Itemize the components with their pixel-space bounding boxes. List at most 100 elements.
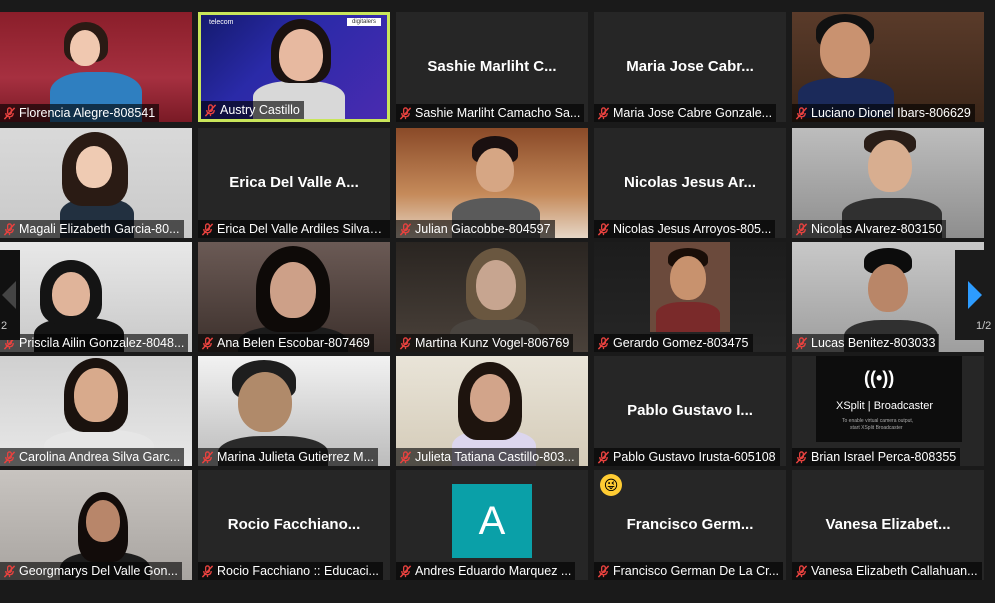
- participant-name-label: Francisco German De La Cr...: [594, 562, 784, 580]
- person-body: [656, 302, 720, 332]
- participant-tile[interactable]: Marina Julieta Gutierrez M...: [198, 356, 390, 466]
- person-face: [70, 30, 100, 66]
- participant-name-label: Andres Eduardo Marquez ...: [396, 562, 576, 580]
- participant-name-label: Nicolas Alvarez-803150: [792, 220, 947, 238]
- mic-muted-icon: [399, 222, 412, 236]
- participant-name: Julian Giacobbe-804597: [415, 222, 551, 236]
- participant-tile[interactable]: Maria Jose Cabr... Maria Jose Cabre Gonza…: [594, 12, 786, 122]
- participant-name: Julieta Tatiana Castillo-803...: [415, 450, 575, 464]
- participant-tile[interactable]: Magali Elizabeth Garcia-80...: [0, 128, 192, 238]
- winking-emoji-icon: 😜: [600, 474, 622, 496]
- mic-muted-icon: [795, 222, 808, 236]
- participant-name-label: Georgmarys Del Valle Gon...: [0, 562, 182, 580]
- participant-name: Luciano Dionel Ibars-806629: [811, 106, 971, 120]
- person-face: [76, 146, 112, 188]
- xsplit-hint: To enable virtual camera output,: [842, 418, 914, 424]
- participant-name-label: Martina Kunz Vogel-806769: [396, 334, 574, 352]
- participant-tile[interactable]: telecom digitalers Austry Castillo: [198, 12, 390, 122]
- participant-display-name: Rocio Facchiano...: [227, 516, 361, 533]
- mic-muted-icon: [795, 106, 808, 120]
- mic-muted-icon: [3, 106, 16, 120]
- participant-name-label: Marina Julieta Gutierrez M...: [198, 448, 378, 466]
- participant-name: Florencia Alegre-808541: [19, 106, 156, 120]
- broadcast-icon: ((•)): [864, 368, 895, 388]
- participant-tile[interactable]: Nicolas Jesus Ar... Nicolas Jesus Arroyos…: [594, 128, 786, 238]
- person-face: [470, 374, 510, 422]
- participant-tile[interactable]: Carolina Andrea Silva Garc...: [0, 356, 192, 466]
- participant-name: Priscila Ailin Gonzalez-8048...: [19, 336, 185, 350]
- participant-name-label: Vanesa Elizabeth Callahuan...: [792, 562, 982, 580]
- participant-name-label: Ana Belen Escobar-807469: [198, 334, 374, 352]
- gallery-grid: Florencia Alegre-808541 telecom digitalers…: [0, 12, 995, 580]
- participant-tile[interactable]: Nicolas Alvarez-803150: [792, 128, 984, 238]
- mic-muted-icon: [201, 222, 214, 236]
- participant-tile[interactable]: Julian Giacobbe-804597: [396, 128, 588, 238]
- participant-name-label: Austry Castillo: [201, 101, 304, 119]
- person-face: [670, 256, 706, 300]
- mic-muted-icon: [201, 336, 214, 350]
- mic-muted-icon: [201, 450, 214, 464]
- participant-name: Lucas Benitez-803033: [811, 336, 936, 350]
- mic-muted-icon: [597, 336, 610, 350]
- participant-tile[interactable]: Pablo Gustavo I... Pablo Gustavo Irusta-6…: [594, 356, 786, 466]
- participant-name: Marina Julieta Gutierrez M...: [217, 450, 374, 464]
- participant-display-name: Nicolas Jesus Ar...: [623, 174, 756, 191]
- mic-muted-icon: [795, 450, 808, 464]
- participant-tile[interactable]: Ana Belen Escobar-807469: [198, 242, 390, 352]
- participant-tile[interactable]: Georgmarys Del Valle Gon...: [0, 470, 192, 580]
- mic-muted-icon: [597, 222, 610, 236]
- participant-name: Rocio Facchiano :: Educaci...: [217, 564, 379, 578]
- participant-name: Martina Kunz Vogel-806769: [415, 336, 570, 350]
- participant-name: Gerardo Gomez-803475: [613, 336, 749, 350]
- participant-tile[interactable]: Martina Kunz Vogel-806769: [396, 242, 588, 352]
- mic-muted-icon: [3, 222, 16, 236]
- participant-tile[interactable]: Rocio Facchiano...Rocio Facchiano :: Edu…: [198, 470, 390, 580]
- banner-left-text: telecom: [209, 19, 234, 26]
- participant-name: Nicolas Jesus Arroyos-805...: [613, 222, 772, 236]
- participant-name: Sashie Marliht Camacho Sa...: [415, 106, 581, 120]
- participant-tile[interactable]: A Andres Eduardo Marquez ...: [396, 470, 588, 580]
- person-face: [52, 272, 90, 316]
- participant-tile[interactable]: Erica Del Valle A... Erica Del Valle Ardi…: [198, 128, 390, 238]
- participant-tile[interactable]: Florencia Alegre-808541: [0, 12, 192, 122]
- person-face: [868, 264, 908, 312]
- chevron-right-icon: [968, 281, 982, 309]
- participant-name: Georgmarys Del Valle Gon...: [19, 564, 178, 578]
- participant-tile[interactable]: Sashie Marliht C... Sashie Marliht Camach…: [396, 12, 588, 122]
- participant-name-label: Julian Giacobbe-804597: [396, 220, 555, 238]
- mic-muted-icon: [597, 450, 610, 464]
- mic-muted-icon: [795, 336, 808, 350]
- participant-name: Erica Del Valle Ardiles Silva-80...: [217, 222, 386, 236]
- xsplit-hint: start XSplit Broadcaster: [850, 425, 903, 431]
- participant-tile[interactable]: Luciano Dionel Ibars-806629: [792, 12, 984, 122]
- mic-muted-icon: [3, 564, 16, 578]
- mic-muted-icon: [597, 106, 610, 120]
- person-face: [86, 500, 120, 542]
- participant-tile[interactable]: Priscila Ailin Gonzalez-8048...: [0, 242, 192, 352]
- participant-display-name: Vanesa Elizabet...: [825, 516, 951, 533]
- participant-name: Austry Castillo: [220, 103, 300, 117]
- person-face: [868, 140, 912, 192]
- mic-muted-icon: [399, 450, 412, 464]
- person-face: [74, 368, 118, 422]
- participant-name: Carolina Andrea Silva Garc...: [19, 450, 181, 464]
- person-face: [476, 260, 516, 310]
- participant-tile[interactable]: Vanesa Elizabet... Vanesa Elizabeth Calla…: [792, 470, 984, 580]
- mic-muted-icon: [204, 103, 217, 117]
- participant-display-name: Erica Del Valle A...: [229, 174, 359, 191]
- xsplit-logo: XSplit | Broadcaster: [836, 400, 934, 412]
- mic-muted-icon: [399, 106, 412, 120]
- participant-name: Brian Israel Perca-808355: [811, 450, 957, 464]
- participant-tile[interactable]: 😜 Francisco Germ... Francisco German De La…: [594, 470, 786, 580]
- mic-muted-icon: [795, 564, 808, 578]
- participant-tile[interactable]: ((•)) XSplit | Broadcaster To enable virtu…: [792, 356, 984, 466]
- participant-tile[interactable]: Gerardo Gomez-803475: [594, 242, 786, 352]
- participant-tile[interactable]: Julieta Tatiana Castillo-803...: [396, 356, 588, 466]
- person-face: [279, 29, 323, 81]
- avatar: A: [452, 484, 532, 558]
- participant-name-label: Maria Jose Cabre Gonzale...: [594, 104, 777, 122]
- participant-name-label: Luciano Dionel Ibars-806629: [792, 104, 975, 122]
- participant-display-name: Francisco Germ...: [626, 516, 754, 533]
- person-face: [238, 372, 292, 432]
- participant-name-label: Priscila Ailin Gonzalez-8048...: [0, 334, 189, 352]
